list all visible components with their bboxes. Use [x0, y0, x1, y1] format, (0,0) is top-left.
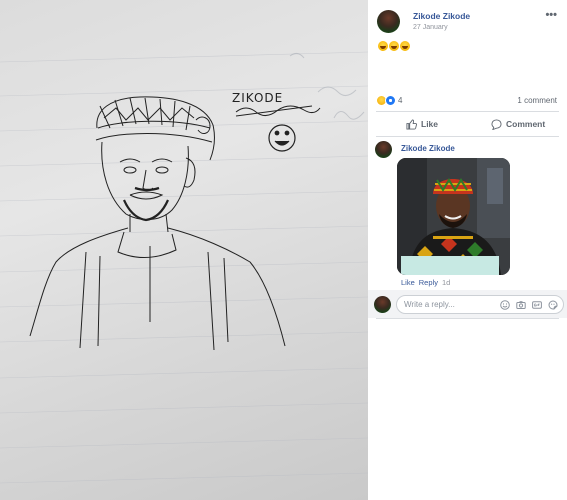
author-avatar[interactable]: [377, 10, 400, 33]
reaction-count[interactable]: 4: [398, 96, 402, 105]
post-panel: Zikode Zikode 27 January ••• 4 1 comment…: [368, 0, 567, 500]
post-photo[interactable]: ZIKODE: [0, 0, 368, 500]
reaction-icons[interactable]: [376, 95, 396, 106]
grinning-squinting-face-icon: [400, 41, 410, 51]
like-reaction-icon: [385, 95, 396, 106]
comment-like-link[interactable]: Like: [401, 278, 415, 287]
reply-box: [368, 290, 567, 318]
grinning-squinting-face-icon: [389, 41, 399, 51]
comment-reply-link[interactable]: Reply: [419, 278, 438, 287]
signature-text: ZIKODE: [232, 91, 283, 105]
comment: Zikode Zikode Like Reply 1d: [368, 138, 567, 290]
camera-icon[interactable]: [516, 300, 526, 310]
speech-bubble-icon: [491, 118, 502, 130]
sketch-drawing: ZIKODE: [0, 51, 368, 484]
commenter-avatar[interactable]: [375, 141, 392, 158]
comment-button[interactable]: Comment: [491, 117, 545, 131]
divider: [376, 318, 559, 319]
comment-count-link[interactable]: 1 comment: [517, 96, 557, 105]
reply-tools: [500, 300, 558, 310]
smiley-icon[interactable]: [500, 300, 510, 310]
reactions-summary: 4 1 comment: [376, 95, 561, 107]
comment-photo[interactable]: [397, 158, 510, 275]
comment-photo-image: [397, 158, 510, 275]
post-header: Zikode Zikode 27 January •••: [376, 9, 559, 35]
post-text: [378, 41, 410, 53]
divider: [376, 111, 559, 112]
comment-actions: Like Reply 1d: [401, 278, 450, 287]
comment-time[interactable]: 1d: [442, 278, 450, 287]
thumbs-up-icon: [406, 118, 417, 130]
like-button[interactable]: Like: [406, 117, 438, 131]
like-button-label: Like: [421, 119, 439, 129]
post-actions: Like Comment: [376, 114, 559, 134]
gif-icon[interactable]: [532, 300, 542, 310]
comment-author-link[interactable]: Zikode Zikode: [401, 144, 455, 153]
comment-button-label: Comment: [506, 119, 546, 129]
current-user-avatar[interactable]: [374, 296, 391, 313]
more-horizontal-icon[interactable]: •••: [545, 9, 557, 21]
divider: [376, 136, 559, 137]
sticker-icon[interactable]: [548, 300, 558, 310]
post-date[interactable]: 27 January: [413, 24, 448, 31]
author-name-link[interactable]: Zikode Zikode: [413, 11, 470, 21]
grinning-squinting-face-icon: [378, 41, 388, 51]
